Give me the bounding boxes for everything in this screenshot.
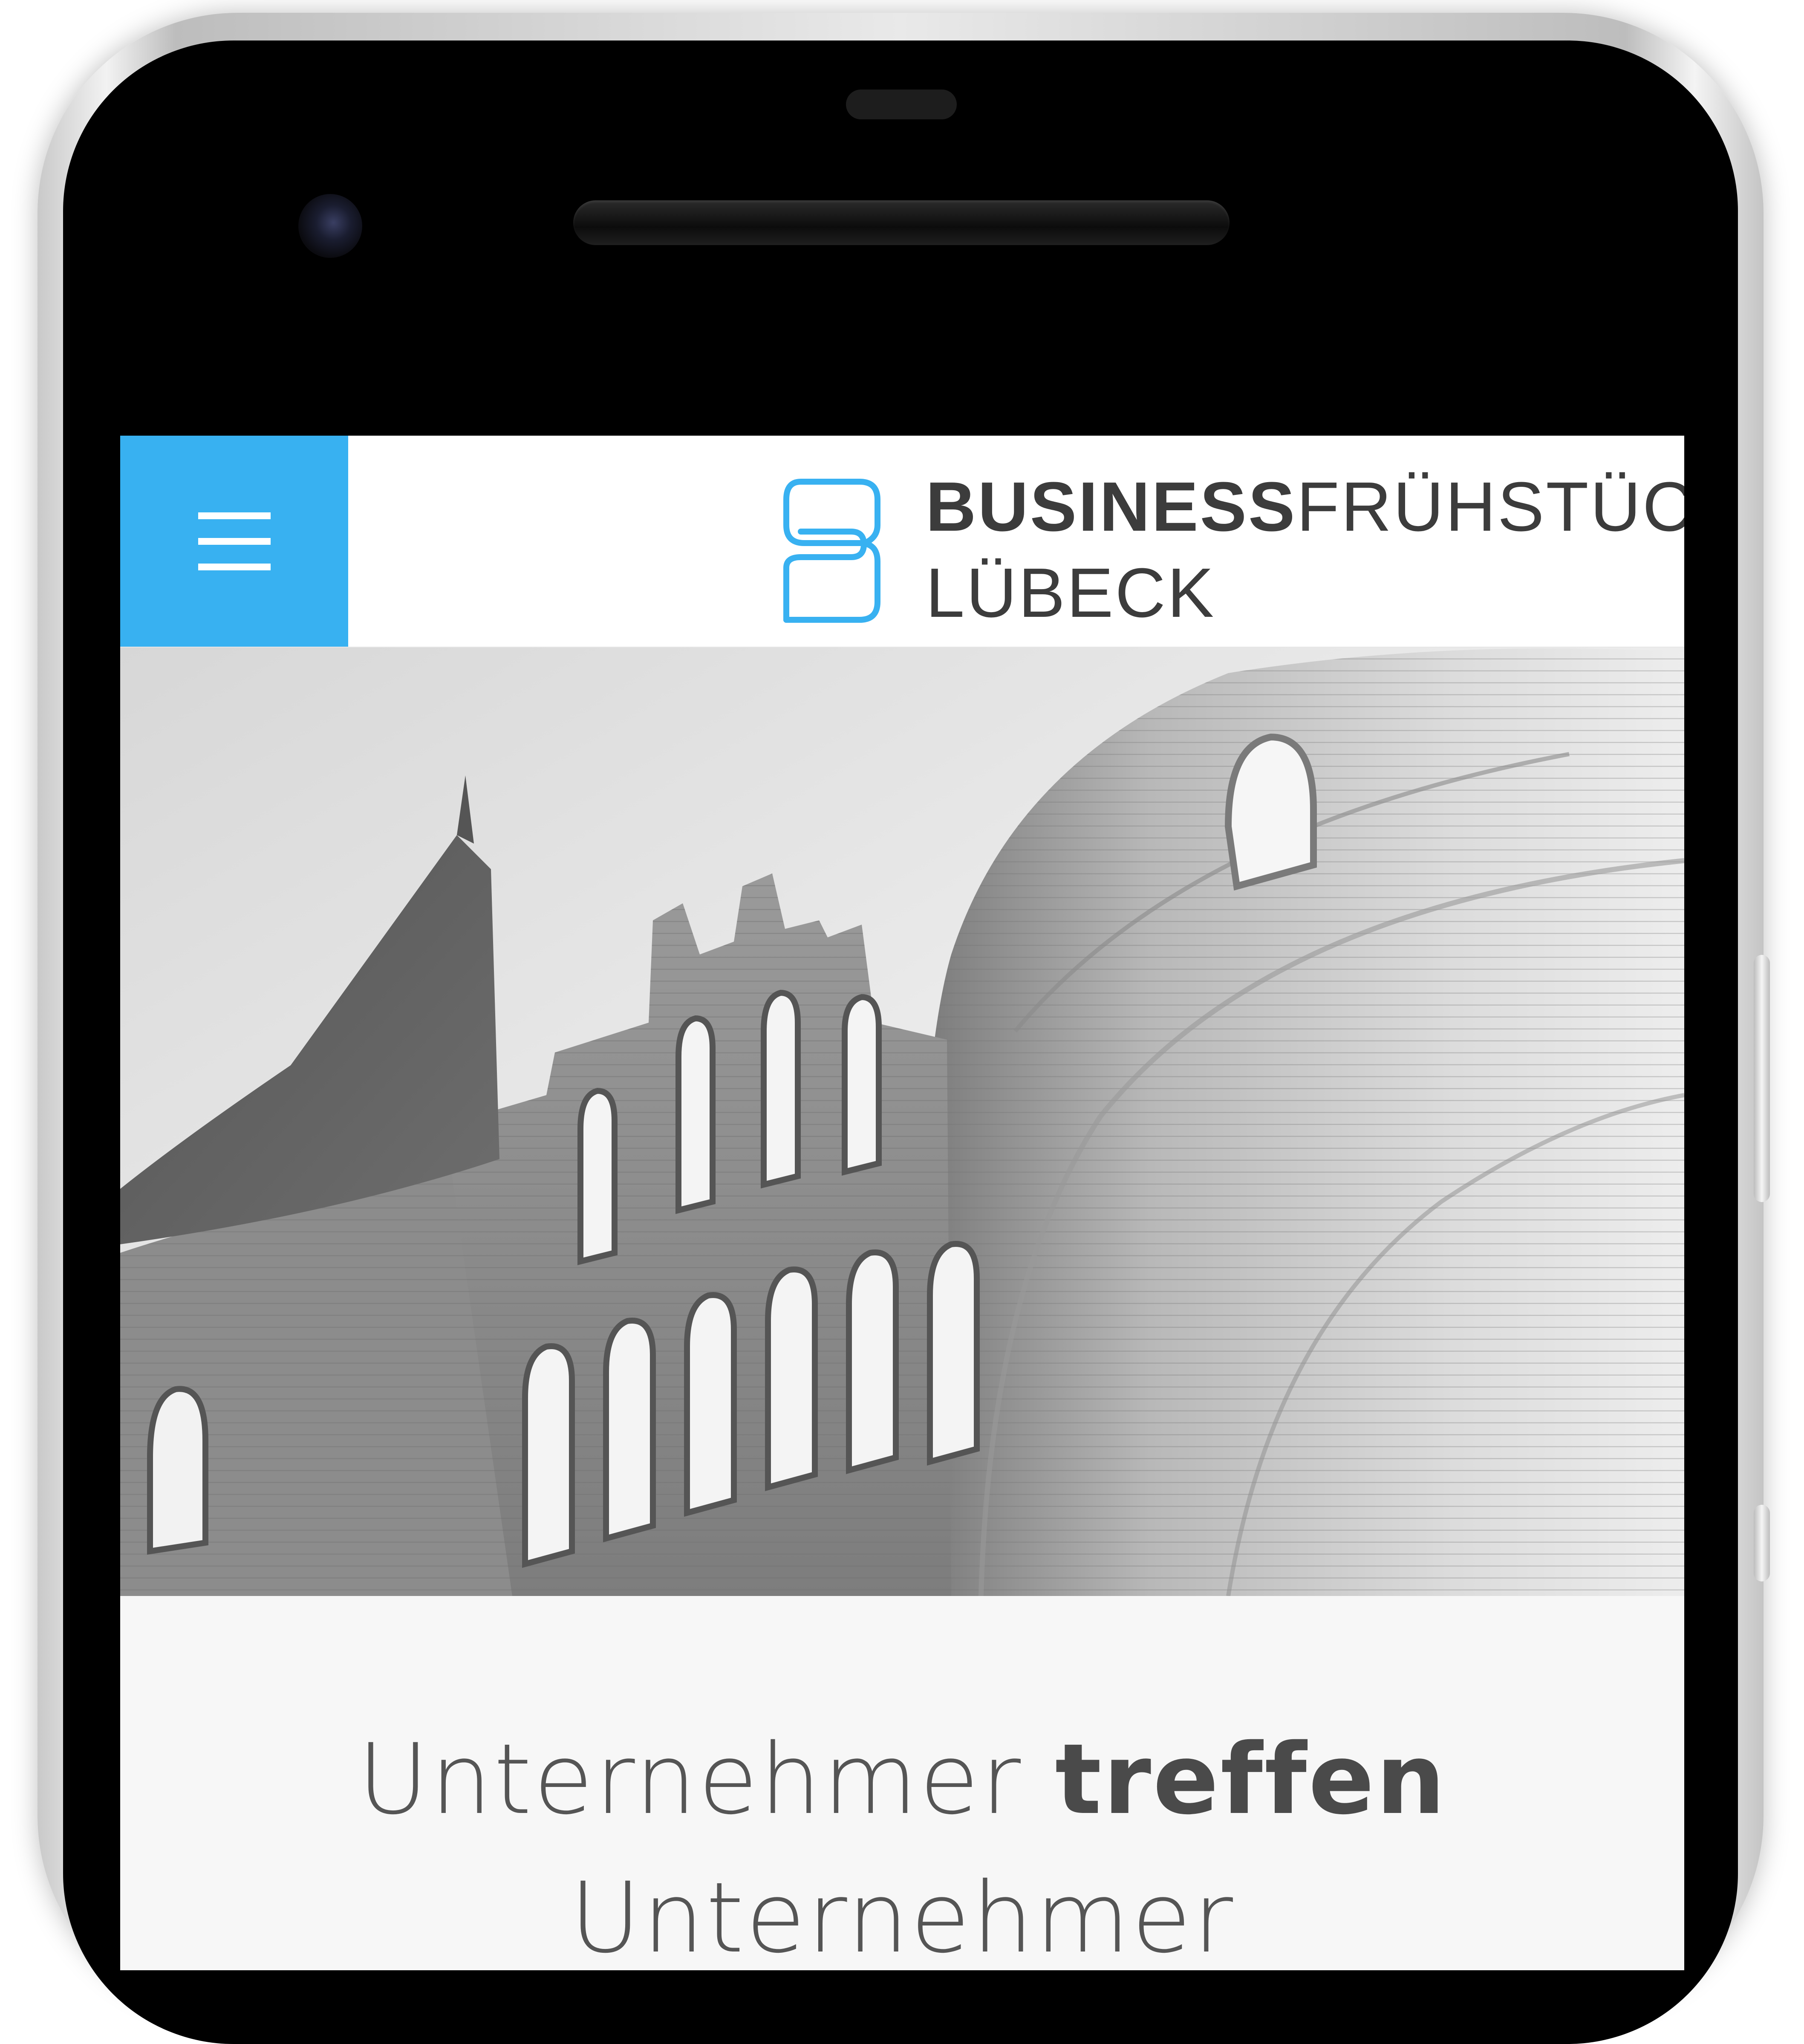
brand-wordmark[interactable]: BUSINESSFRÜHSTÜCK LÜBECK [926,472,1684,628]
volume-button [1754,955,1770,1202]
brand-city: LÜBECK [926,554,1216,632]
headline: Unternehmer treffen Unternehmer [120,1710,1684,1970]
power-button [1754,1505,1770,1581]
front-camera [298,194,362,258]
phone-screen: BUSINESSFRÜHSTÜCK LÜBECK [120,436,1684,1970]
s-logo-icon[interactable] [779,474,885,627]
brand-line-1: BUSINESSFRÜHSTÜCK [926,472,1684,542]
hero-image [120,648,1684,1596]
brand-light: FRÜHSTÜCK [1296,468,1684,546]
headline-part-2: Unternehmer [569,1861,1235,1970]
site-header: BUSINESSFRÜHSTÜCK LÜBECK [120,436,1684,648]
earpiece-speaker [573,200,1230,245]
main-content: Unternehmer treffen Unternehmer [120,1596,1684,1970]
menu-button[interactable] [120,436,348,647]
headline-bold: treffen [1055,1723,1447,1836]
headline-part-1: Unternehmer [357,1723,1023,1836]
top-sensor [846,90,957,119]
brand-bold: BUSINESS [926,468,1297,546]
